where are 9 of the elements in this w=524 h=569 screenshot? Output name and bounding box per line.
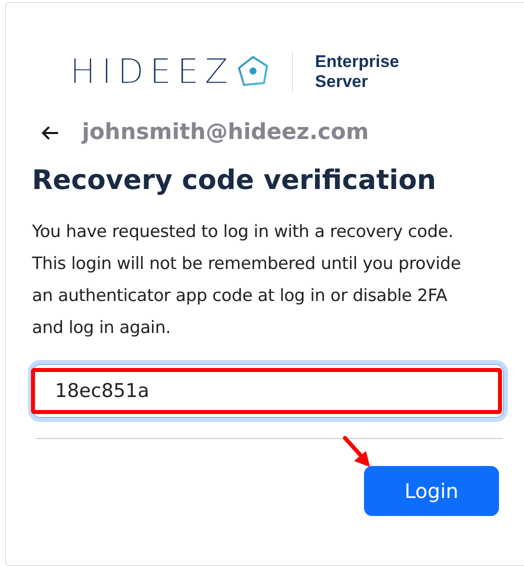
logo-wordmark: HIDEEZ <box>70 52 234 92</box>
product-name: Enterprise <box>315 52 400 72</box>
info-message: You have requested to log in with a recovery code. This login will not be remembered until you provide an authenticator app code at log in or disable 2FA and log in again. <box>32 221 462 340</box>
login-button[interactable]: Login <box>364 466 499 516</box>
product-name: Server <box>315 72 369 92</box>
page-heading: Recovery code verification <box>32 165 438 196</box>
back-arrow-icon[interactable] <box>40 124 60 140</box>
user-email: johnsmith@hideez.com <box>82 120 369 145</box>
logo-icon <box>236 55 270 89</box>
